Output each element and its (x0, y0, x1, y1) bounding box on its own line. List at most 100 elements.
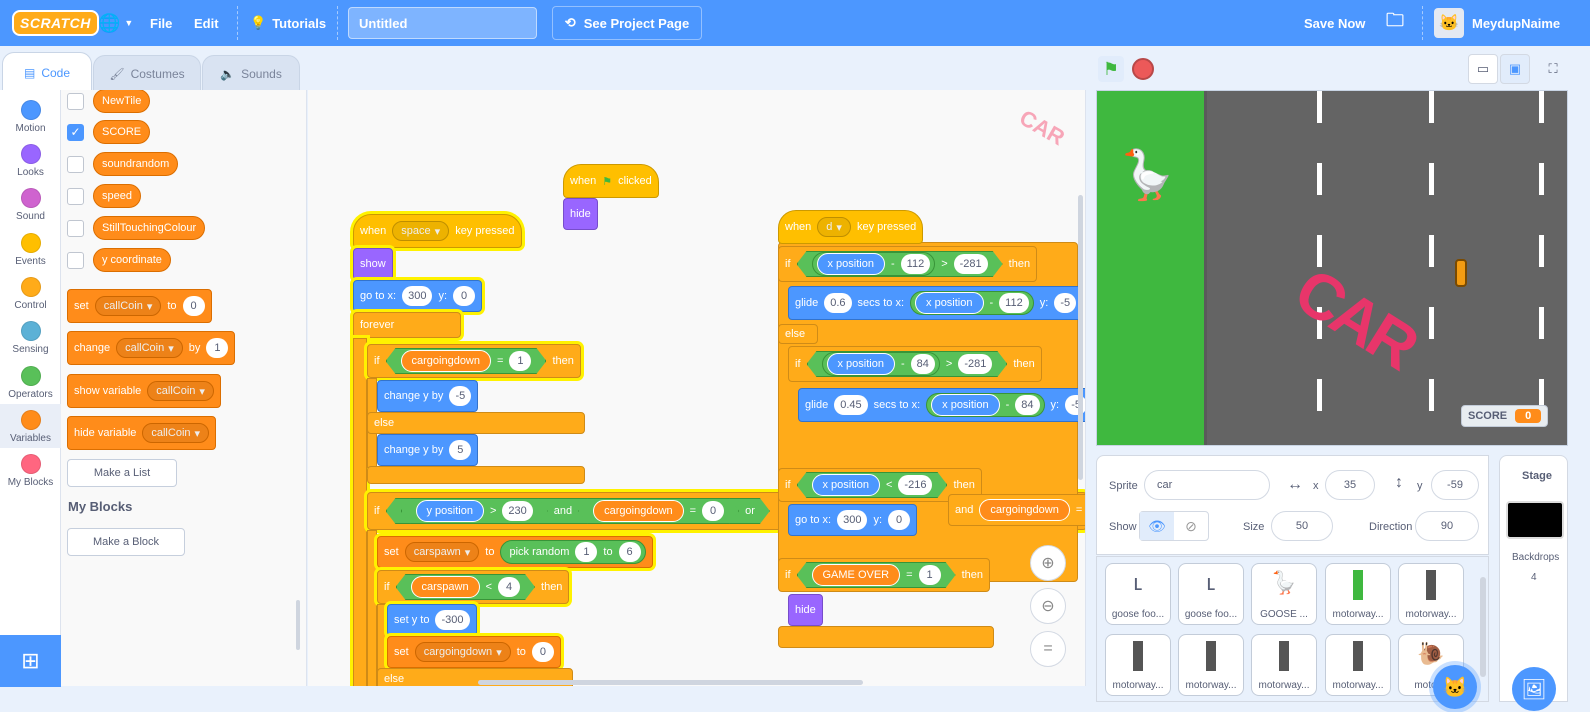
when-key-pressed-block[interactable]: when space ▾ key pressed (353, 214, 522, 248)
variable-reporter[interactable]: StillTouchingColour (93, 216, 206, 240)
variable-reporter[interactable]: cargoingdown (593, 500, 684, 522)
file-menu[interactable]: File (150, 0, 172, 46)
category-variables[interactable]: Variables (0, 404, 61, 448)
value-input[interactable]: 112 (901, 254, 931, 274)
value-input[interactable]: -300 (435, 610, 470, 630)
variable-reporter[interactable]: speed (93, 184, 141, 208)
variable-checkbox[interactable] (67, 92, 84, 110)
show-block[interactable]: show (353, 248, 393, 280)
tutorials-button[interactable]: 💡 Tutorials (250, 0, 326, 46)
value-input[interactable]: 112 (999, 293, 1029, 313)
equals-operator[interactable]: cargoingdown = 0 (578, 498, 739, 524)
choose-backdrop-button[interactable]: 🖼 (1512, 667, 1556, 711)
y-input[interactable]: -59 (1431, 470, 1479, 500)
sprite-tile[interactable]: motorway... (1105, 634, 1171, 696)
sprite-name-input[interactable]: car (1144, 470, 1270, 500)
greater-operator[interactable]: x position -112 > -281 (797, 251, 1003, 277)
sprite-tile[interactable]: ʟ goose foo... (1105, 563, 1171, 625)
variable-dropdown[interactable]: callCoin ▾ (142, 423, 210, 443)
goose-sprite[interactable]: 🪿 (1117, 146, 1177, 203)
category-sound[interactable]: Sound (0, 182, 61, 226)
sprite-tile[interactable]: motorway... (1178, 634, 1244, 696)
x-position-reporter[interactable]: x position (812, 474, 880, 496)
zoom-reset-button[interactable]: = (1030, 631, 1066, 667)
x-position-reporter[interactable]: x position (915, 292, 984, 314)
value-input[interactable]: 4 (498, 577, 520, 597)
zoom-in-button[interactable]: ⊕ (1030, 545, 1066, 581)
stage-canvas[interactable]: 🪿 CAR SCORE 0 (1096, 90, 1568, 446)
make-block-button[interactable]: Make a Block (67, 528, 185, 556)
variable-reporter[interactable]: cargoingdown (979, 499, 1070, 521)
variable-dropdown[interactable]: callCoin ▾ (147, 381, 214, 401)
size-input[interactable]: 50 (1271, 511, 1333, 541)
sprite-tile[interactable]: motorway... (1398, 563, 1464, 625)
glide-block[interactable]: glide 0.6 secs to x: x position -112 y: -5 (788, 286, 1084, 320)
less-than-operator[interactable]: x position < -216 (797, 472, 948, 498)
change-variable-block[interactable]: change callCoin ▾ by 1 (67, 331, 236, 365)
pick-random-operator[interactable]: pick random 1 to 6 (500, 540, 646, 564)
tab-sounds[interactable]: 🔈 Sounds (202, 55, 300, 91)
value-input[interactable]: -5 (1054, 293, 1077, 313)
sprite-tile[interactable]: motorway... (1251, 634, 1317, 696)
set-variable-block[interactable]: set callCoin ▾ to 0 (67, 289, 212, 323)
category-events[interactable]: Events (0, 227, 61, 271)
value-input[interactable]: 1 (919, 565, 941, 585)
if-else-block[interactable]: if x position -112 > -281 then (778, 246, 1038, 282)
save-now-button[interactable]: Save Now (1304, 0, 1365, 46)
category-sensing[interactable]: Sensing (0, 315, 61, 359)
variable-dropdown[interactable]: carspawn ▾ (404, 542, 480, 562)
variable-checkbox[interactable] (67, 251, 84, 269)
value-input[interactable]: 5 (449, 440, 472, 460)
change-y-block[interactable]: change y by 5 (377, 434, 479, 466)
sprite-tile[interactable]: ʟ goose foo... (1178, 563, 1244, 625)
x-input[interactable]: 300 (402, 286, 433, 306)
x-position-reporter[interactable]: x position (931, 394, 1000, 416)
variable-reporter[interactable]: GAME OVER (812, 564, 901, 586)
variable-reporter[interactable]: NewTile (93, 90, 151, 113)
less-than-operator[interactable]: carspawn <4 (396, 574, 536, 600)
variable-checkbox[interactable]: ✓ (67, 123, 84, 141)
x-input[interactable]: 300 (837, 510, 868, 530)
sprite-tile[interactable]: motorway... (1325, 634, 1391, 696)
category-motion[interactable]: Motion (0, 94, 61, 138)
subtract-operator[interactable]: x position -84 (822, 352, 940, 376)
set-variable-block[interactable]: set cargoingdown ▾ to 0 (387, 636, 561, 668)
key-dropdown[interactable]: space ▾ (392, 221, 450, 241)
tab-costumes[interactable]: 🖌 Costumes (93, 55, 201, 91)
value-input[interactable]: 0 (182, 296, 205, 316)
subtract-operator[interactable]: x position -112 (812, 252, 936, 276)
variable-dropdown[interactable]: cargoingdown ▾ (414, 642, 511, 662)
value-input[interactable]: 84 (911, 354, 935, 374)
hide-block[interactable]: hide (563, 198, 598, 230)
key-dropdown[interactable]: d ▾ (817, 217, 851, 237)
direction-input[interactable]: 90 (1415, 511, 1479, 541)
value-input[interactable]: -281 (954, 254, 988, 274)
variable-reporter[interactable]: SCORE (93, 120, 151, 144)
stage-thumbnail[interactable] (1506, 501, 1564, 539)
value-input[interactable]: 1 (206, 338, 229, 358)
x-input[interactable]: 35 (1325, 470, 1375, 500)
value-input[interactable]: -216 (898, 475, 932, 495)
go-to-xy-block[interactable]: go to x: 300 y: 0 (788, 504, 917, 536)
greater-operator[interactable]: y position >230 (401, 498, 548, 524)
script-workspace[interactable]: CAR when ⚑ clicked hide when space ▾ key pres… (308, 90, 1086, 686)
score-monitor[interactable]: SCORE 0 (1461, 405, 1549, 427)
add-extension-button[interactable]: ⊞ (0, 635, 61, 687)
value-input[interactable]: 0 (702, 501, 724, 521)
greater-operator[interactable]: x position -84 > -281 (807, 351, 1008, 377)
x-position-reporter[interactable]: x position (827, 353, 895, 375)
value-input[interactable]: 84 (1015, 395, 1040, 415)
variable-checkbox[interactable] (67, 219, 84, 237)
variable-reporter[interactable]: carspawn (411, 576, 480, 598)
value-input[interactable]: 1 (509, 351, 531, 371)
workspace-horizontal-scrollbar[interactable] (478, 680, 863, 685)
sprite-tile[interactable]: 🪿 GOOSE ... (1251, 563, 1317, 625)
value-input[interactable]: -5 (449, 386, 472, 406)
folder-icon[interactable]: 🗀 (1386, 0, 1404, 46)
variable-dropdown[interactable]: callCoin ▾ (94, 296, 162, 316)
forever-block[interactable]: forever (353, 312, 461, 338)
value-input[interactable]: -281 (958, 354, 992, 374)
when-flag-clicked-block[interactable]: when ⚑ clicked (563, 164, 659, 198)
show-variable-block[interactable]: show variable callCoin ▾ (67, 374, 221, 408)
variable-reporter[interactable]: y coordinate (93, 248, 171, 272)
